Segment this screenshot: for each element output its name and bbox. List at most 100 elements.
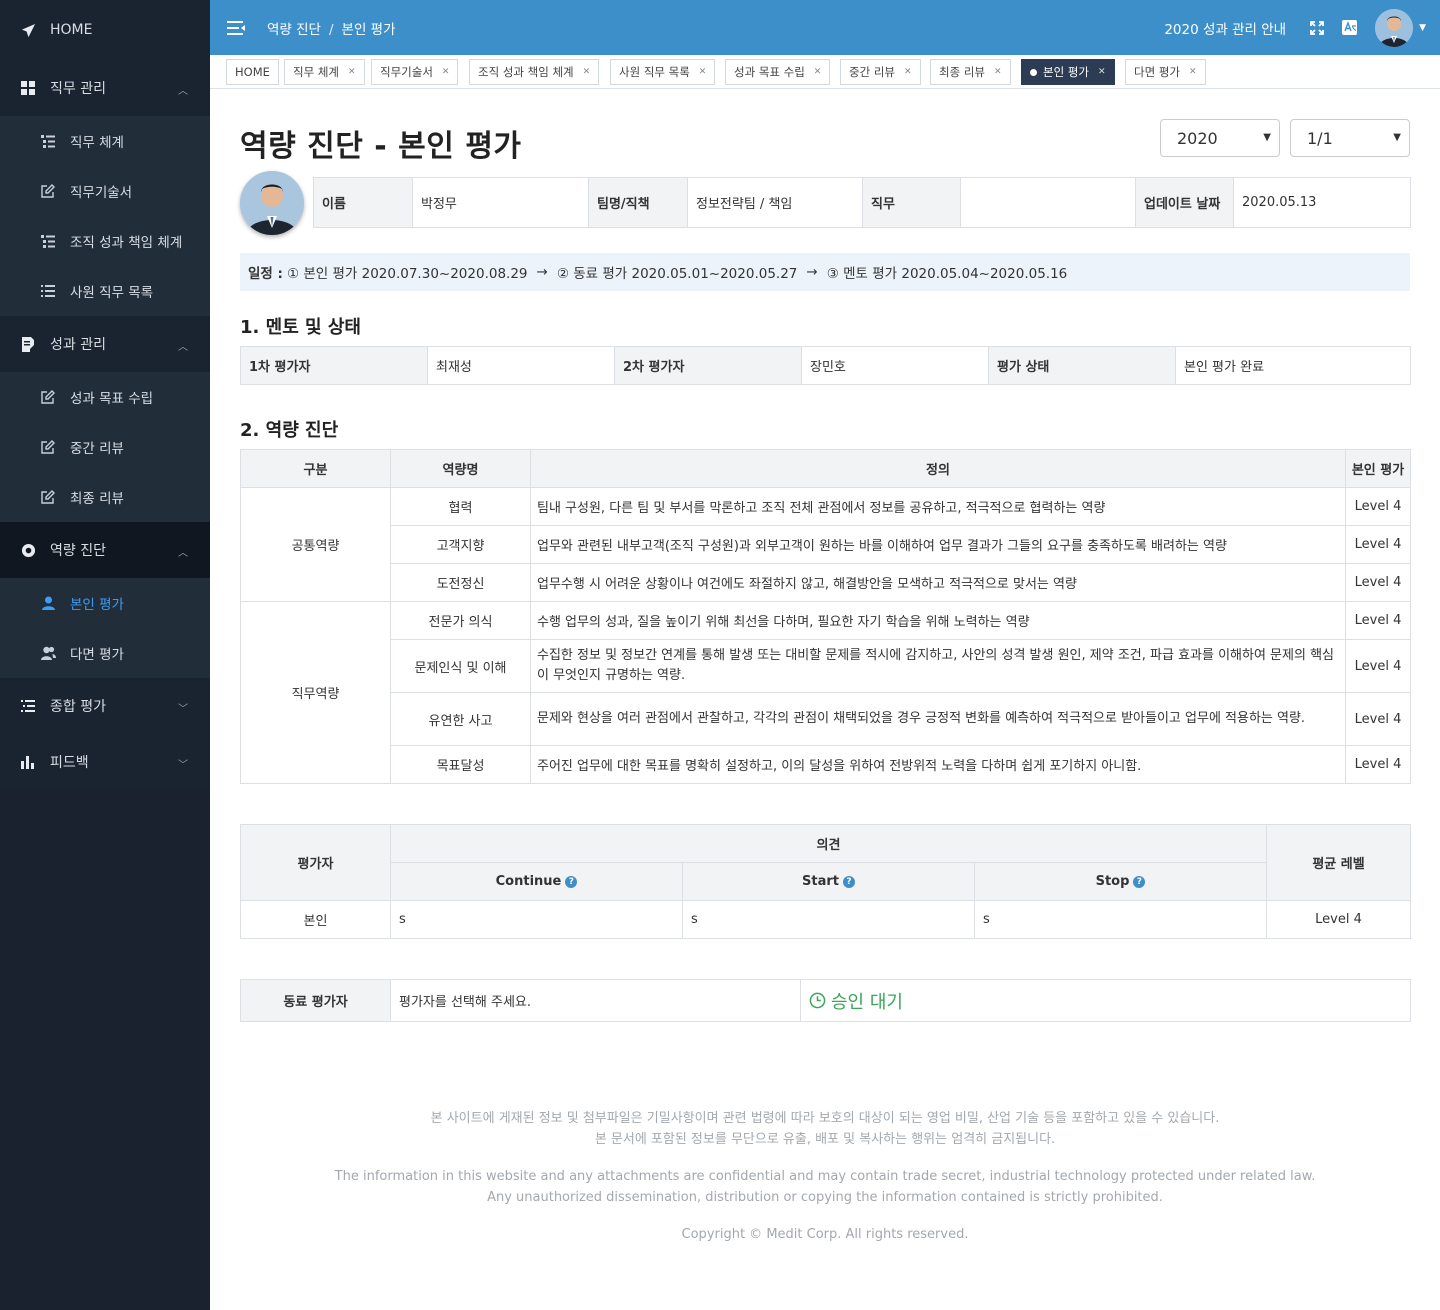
users-icon [40, 645, 56, 661]
page-select[interactable]: 1/1 ▼ [1290, 119, 1410, 157]
job-label: 직무 [862, 177, 961, 228]
user-avatar[interactable] [1375, 8, 1414, 47]
tab-org-performance[interactable]: 조직 성과 책임 체계 ✕ [469, 59, 600, 85]
chevron-up-icon: ︿ [178, 342, 188, 353]
sidebar-home-label: HOME [50, 22, 93, 38]
help-icon[interactable]: ? [842, 876, 855, 888]
sidebar-item-label: 직무 체계 [70, 135, 124, 151]
competency-section-title: 2. 역량 진단 [240, 420, 339, 441]
tab-home[interactable]: HOME [226, 59, 279, 85]
help-icon[interactable]: ? [1133, 876, 1146, 888]
competency-name: 유연한 사고 [390, 692, 531, 746]
avg-level-header: 평균 레벨 [1266, 824, 1411, 901]
sidebar-item-label: 조직 성과 책임 체계 [70, 235, 183, 251]
tab-job-description[interactable]: 직무기술서 ✕ [371, 59, 459, 85]
competency-level: Level 4 [1345, 639, 1411, 693]
sidebar-item-mid-review[interactable]: 중간 리뷰 [0, 422, 210, 472]
sidebar-section-performance[interactable]: 성과 관리 ︿ [0, 316, 210, 372]
sidebar-home[interactable]: HOME [0, 0, 210, 60]
name-value: 박정무 [412, 177, 589, 228]
list-tree-icon [40, 133, 56, 149]
sidebar-item-job-system[interactable]: 직무 체계 [0, 116, 210, 166]
tab-self-evaluation[interactable]: 본인 평가 ✕ [1021, 59, 1115, 85]
sidebar-item-goal-setting[interactable]: 성과 목표 수립 [0, 372, 210, 422]
competency-name: 도전정신 [390, 563, 531, 602]
edit-icon [40, 439, 56, 455]
footer-notice-ko: 본 문서에 포함된 정보를 무단으로 유출, 배포 및 복사하는 행위는 엄격히… [594, 1132, 1056, 1147]
paper-plane-icon [20, 22, 36, 38]
chevron-down-icon: ▼ [1263, 132, 1271, 143]
fullscreen-icon[interactable] [1310, 20, 1324, 35]
close-icon[interactable]: ✕ [583, 67, 591, 77]
arrow-right-icon: → [536, 264, 548, 280]
competency-level: Level 4 [1345, 487, 1411, 526]
evaluator-value: 본인 [240, 900, 391, 939]
sidebar-submenu-competency: 본인 평가 다면 평가 [0, 578, 210, 678]
page-select-value: 1/1 [1307, 128, 1333, 148]
footer: 본 사이트에 게재된 정보 및 첨부파일은 기밀사항이며 관련 법령에 따라 보… [210, 1108, 1440, 1245]
second-evaluator-label: 2차 평가자 [614, 346, 802, 385]
translate-icon[interactable] [1342, 20, 1358, 35]
competency-name: 전문가 의식 [390, 601, 531, 640]
competency-name: 문제인식 및 이해 [390, 639, 531, 693]
sidebar-section-competency[interactable]: 역량 진단 ︿ [0, 522, 210, 578]
peer-evaluator-select[interactable]: 평가자를 선택해 주세요. [390, 979, 801, 1022]
tab-goal-setting[interactable]: 성과 목표 수립 ✕ [725, 59, 831, 85]
page-title: 역량 진단 - 본인 평가 [240, 129, 522, 164]
close-icon[interactable]: ✕ [994, 67, 1002, 77]
group-name: 공통역량 [240, 487, 391, 602]
first-evaluator-label: 1차 평가자 [240, 346, 428, 385]
tab-final-review[interactable]: 최종 리뷰 ✕ [930, 59, 1011, 85]
help-icon[interactable]: ? [565, 876, 578, 888]
sidebar-item-org-performance[interactable]: 조직 성과 책임 체계 [0, 216, 210, 266]
sidebar-section-overall[interactable]: 종합 평가 ﹀ [0, 678, 210, 734]
chevron-down-icon[interactable]: ▼ [1419, 23, 1426, 33]
close-icon[interactable]: ✕ [1098, 67, 1106, 77]
updated-value: 2020.05.13 [1233, 177, 1411, 228]
sidebar-item-employee-jobs[interactable]: 사원 직무 목록 [0, 266, 210, 316]
sidebar-item-label: 성과 목표 수립 [70, 391, 154, 407]
close-icon[interactable]: ✕ [904, 67, 912, 77]
footer-notice-ko: 본 사이트에 게재된 정보 및 첨부파일은 기밀사항이며 관련 법령에 따라 보… [430, 1111, 1220, 1126]
footer-notice-en: Any unauthorized dissemination, distribu… [487, 1190, 1163, 1205]
profile-table: 이름 박정무 팀명/직책 정보전략팀 / 책임 직무 업데이트 날짜 2020.… [313, 177, 1411, 228]
first-evaluator-value: 최재성 [427, 346, 615, 385]
footer-copyright: Copyright © Medit Corp. All rights reser… [681, 1227, 969, 1242]
sidebar-item-job-description[interactable]: 직무기술서 [0, 166, 210, 216]
column-header: 역량명 [390, 449, 531, 488]
close-icon[interactable]: ✕ [1189, 67, 1197, 77]
close-icon[interactable]: ✕ [814, 67, 822, 77]
close-icon[interactable]: ✕ [442, 67, 450, 77]
tab-multi-evaluation[interactable]: 다면 평가 ✕ [1125, 59, 1206, 85]
sidebar-section-job[interactable]: 직무 관리 ︿ [0, 60, 210, 116]
breadcrumb-item[interactable]: 역량 진단 [267, 22, 321, 38]
close-icon[interactable]: ✕ [699, 67, 707, 77]
sidebar-item-final-review[interactable]: 최종 리뷰 [0, 472, 210, 522]
column-header: 본인 평가 [1345, 449, 1411, 488]
sidebar-submenu-job: 직무 체계 직무기술서 조직 성과 책임 체계 사원 직무 목록 [0, 116, 210, 316]
edit-icon [40, 489, 56, 505]
menu-toggle-icon[interactable] [227, 20, 245, 36]
stop-label: Stop [1095, 874, 1130, 889]
year-select[interactable]: 2020 ▼ [1160, 119, 1280, 157]
sidebar-item-multi-evaluation[interactable]: 다면 평가 [0, 628, 210, 678]
notice-link[interactable]: 2020 성과 관리 안내 [1164, 18, 1286, 38]
table-row: 문제인식 및 이해 수집한 정보 및 정보간 연계를 통해 발생 또는 대비할 … [241, 639, 1411, 693]
tab-mid-review[interactable]: 중간 리뷰 ✕ [840, 59, 921, 85]
table-row: 유연한 사고 문제와 현상을 여러 관점에서 관찰하고, 각각의 관점이 채택되… [241, 692, 1411, 746]
competency-definition: 팀내 구성원, 다른 팀 및 부서를 막론하고 조직 전체 관점에서 정보를 공… [530, 487, 1346, 526]
sidebar-item-self-evaluation[interactable]: 본인 평가 [0, 578, 210, 628]
continue-header: Continue? [390, 862, 683, 901]
table-row: 도전정신 업무수행 시 어려운 상황이나 여건에도 좌절하지 않고, 해결방안을… [241, 563, 1411, 602]
sidebar-item-label: 사원 직무 목록 [70, 285, 154, 301]
competency-definition: 수행 업무의 성과, 질을 높이기 위해 최선을 다하며, 필요한 자기 학습을… [530, 601, 1346, 640]
sidebar-section-feedback[interactable]: 피드백 ﹀ [0, 734, 210, 790]
user-icon [40, 595, 56, 611]
continue-label: Continue [495, 874, 562, 889]
tab-label: 최종 리뷰 [939, 65, 985, 79]
sidebar-item-label: 본인 평가 [70, 597, 124, 613]
close-icon[interactable]: ✕ [348, 67, 356, 77]
sidebar-section-label: 직무 관리 [50, 81, 106, 97]
tab-job-system[interactable]: 직무 체계 ✕ [284, 59, 365, 85]
tab-employee-jobs[interactable]: 사원 직무 목록 ✕ [610, 59, 716, 85]
